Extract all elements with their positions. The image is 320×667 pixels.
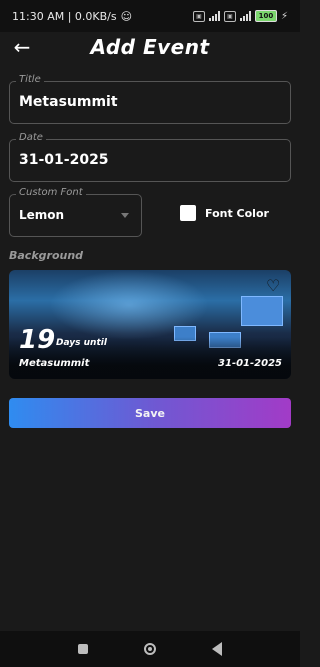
title-value: Metasummit (19, 94, 118, 110)
background-card[interactable]: ♡ 19 Days until Metasummit 31-01-2025 (9, 270, 291, 379)
heart-icon[interactable]: ♡ (266, 278, 282, 294)
title-label: Title (16, 74, 44, 85)
back-nav-icon[interactable] (212, 642, 222, 656)
status-app-icon: ☺ (120, 9, 133, 23)
signal-icon-2 (239, 11, 251, 21)
recent-apps-icon[interactable] (78, 644, 88, 654)
custom-font-value: Lemon (19, 208, 65, 222)
title-field[interactable]: Title Metasummit (9, 74, 291, 124)
date-value: 31-01-2025 (19, 152, 109, 168)
date-label: Date (16, 132, 46, 143)
font-color-checkbox[interactable] (180, 205, 196, 221)
days-until-label: Days until (56, 338, 107, 348)
charging-icon: ⚡ (280, 10, 288, 22)
battery-icon: 100 (254, 10, 277, 22)
background-screen-1 (241, 296, 283, 326)
status-bar: 11:30 AM | 0.0KB/s ☺ ▣ ▣ 100 ⚡ (0, 0, 300, 32)
network-icon: ▣ (192, 10, 205, 22)
chevron-down-icon (121, 213, 129, 218)
page-title: Add Event (90, 35, 210, 59)
custom-font-select[interactable]: Custom Font Lemon (9, 187, 142, 237)
network-icon-2: ▣ (223, 10, 236, 22)
app-bar: ← Add Event (0, 32, 300, 62)
status-time-speed: 11:30 AM | 0.0KB/s (12, 9, 117, 23)
font-color-label: Font Color (205, 206, 269, 220)
back-icon[interactable]: ← (10, 35, 34, 59)
navigation-bar (0, 631, 300, 667)
home-icon[interactable] (144, 643, 156, 655)
status-right: ▣ ▣ 100 ⚡ (192, 10, 288, 22)
status-left: 11:30 AM | 0.0KB/s ☺ (12, 10, 132, 23)
save-button[interactable]: Save (9, 398, 291, 428)
signal-icon (208, 11, 220, 21)
custom-font-label: Custom Font (16, 187, 86, 198)
card-event-date: 31-01-2025 (218, 358, 282, 369)
font-color-control[interactable]: Font Color (180, 205, 269, 221)
days-count: 19 (19, 325, 56, 355)
date-field[interactable]: Date 31-01-2025 (9, 132, 291, 182)
background-label: Background (9, 249, 84, 262)
card-event-name: Metasummit (19, 358, 90, 369)
